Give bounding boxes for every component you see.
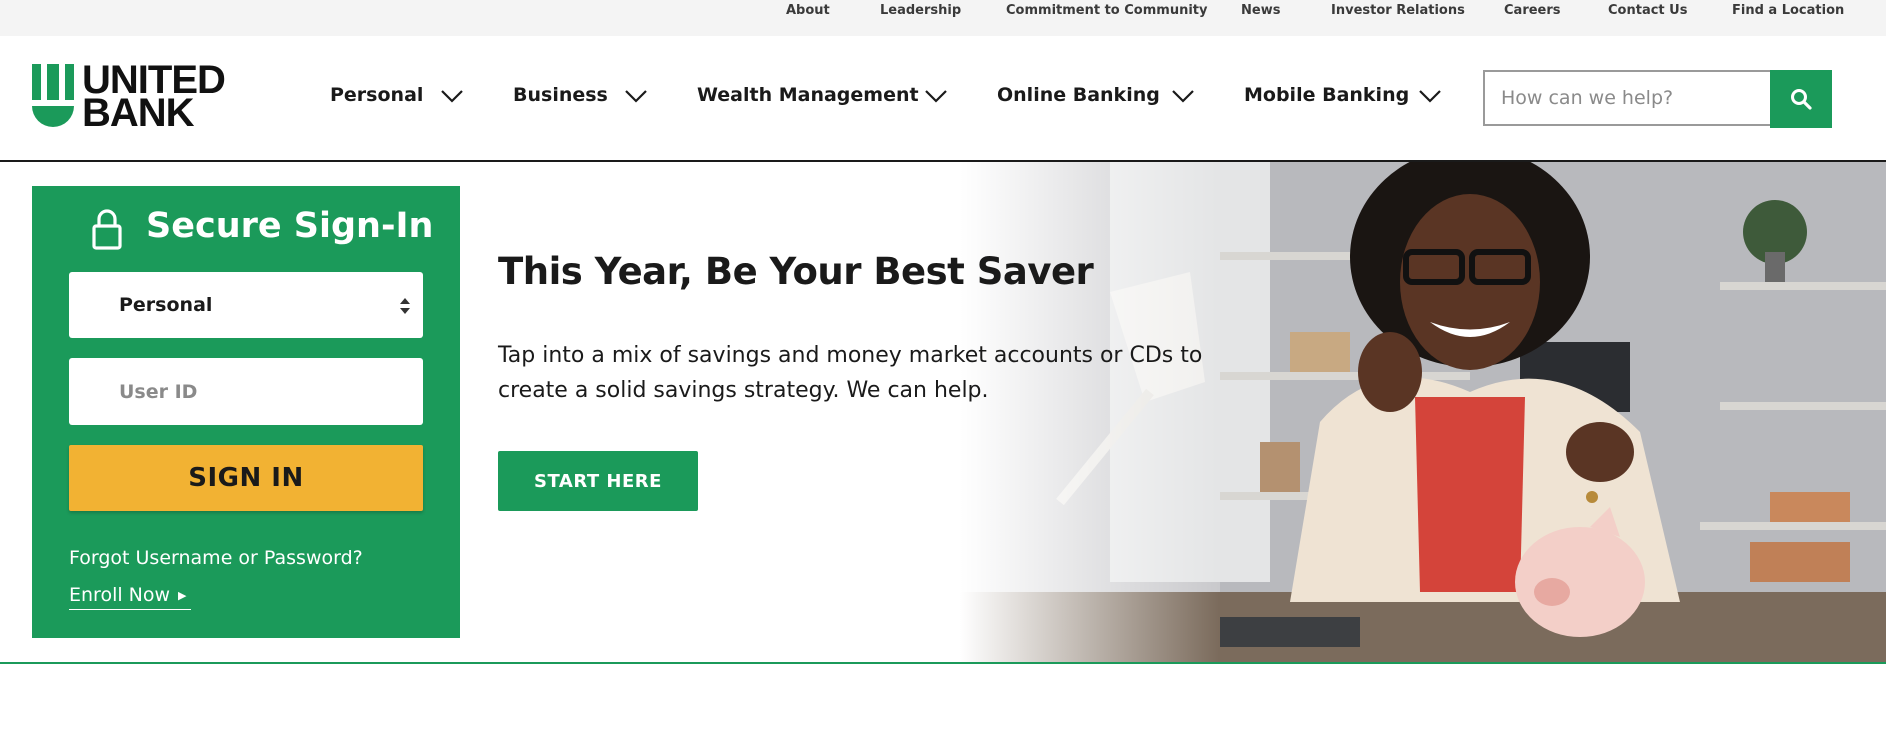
account-type-select[interactable]: Personal	[69, 272, 423, 338]
enroll-now-link[interactable]: Enroll Now ▶	[69, 584, 191, 610]
account-type-value: Personal	[119, 294, 213, 316]
search-button[interactable]	[1770, 70, 1832, 128]
start-here-button[interactable]: START HERE	[498, 451, 698, 511]
main-header: UNITED BANK Personal Business Wealth Man…	[0, 36, 1886, 162]
utility-link-news[interactable]: News	[1241, 3, 1280, 18]
sign-in-title: Secure Sign-In	[146, 206, 434, 246]
chevron-down-icon[interactable]	[440, 88, 464, 104]
utility-bar: About Leadership Commitment to Community…	[0, 0, 1886, 36]
utility-link-community[interactable]: Commitment to Community	[1006, 3, 1207, 18]
select-arrows-icon	[400, 298, 410, 314]
utility-link-investor-relations[interactable]: Investor Relations	[1331, 3, 1465, 18]
utility-link-contact-us[interactable]: Contact Us	[1608, 3, 1687, 18]
sign-in-button[interactable]: SIGN IN	[69, 445, 423, 511]
sign-in-panel: Secure Sign-In Personal SIGN IN Forgot U…	[32, 186, 460, 638]
nav-mobile-banking[interactable]: Mobile Banking	[1244, 84, 1409, 106]
enroll-now-label: Enroll Now	[69, 584, 171, 606]
search-icon	[1791, 89, 1812, 110]
utility-link-careers[interactable]: Careers	[1504, 3, 1561, 18]
hero-title: This Year, Be Your Best Saver	[498, 250, 1094, 293]
hero-image	[960, 162, 1886, 662]
nav-personal[interactable]: Personal	[330, 84, 423, 106]
chevron-down-icon[interactable]	[1171, 88, 1195, 104]
logo-mark-icon	[32, 64, 74, 127]
forgot-credentials-link[interactable]: Forgot Username or Password?	[69, 547, 363, 569]
utility-link-find-location[interactable]: Find a Location	[1732, 3, 1844, 18]
nav-wealth-management[interactable]: Wealth Management	[697, 84, 919, 106]
chevron-down-icon[interactable]	[1418, 88, 1442, 104]
united-bank-logo[interactable]: UNITED BANK	[32, 60, 242, 134]
chevron-down-icon[interactable]	[624, 88, 648, 104]
hero-body: Tap into a mix of savings and money mark…	[498, 343, 1203, 403]
nav-business[interactable]: Business	[513, 84, 608, 106]
caret-right-icon: ▶	[178, 589, 187, 602]
lock-icon	[92, 209, 122, 250]
nav-online-banking[interactable]: Online Banking	[997, 84, 1160, 106]
user-id-field[interactable]	[69, 358, 423, 425]
utility-link-about[interactable]: About	[786, 3, 830, 18]
chevron-down-icon[interactable]	[924, 88, 948, 104]
utility-link-leadership[interactable]: Leadership	[880, 3, 961, 18]
hero-section: Secure Sign-In Personal SIGN IN Forgot U…	[0, 162, 1886, 664]
search-input[interactable]	[1483, 70, 1771, 126]
logo-wordmark: UNITED BANK	[82, 60, 226, 133]
